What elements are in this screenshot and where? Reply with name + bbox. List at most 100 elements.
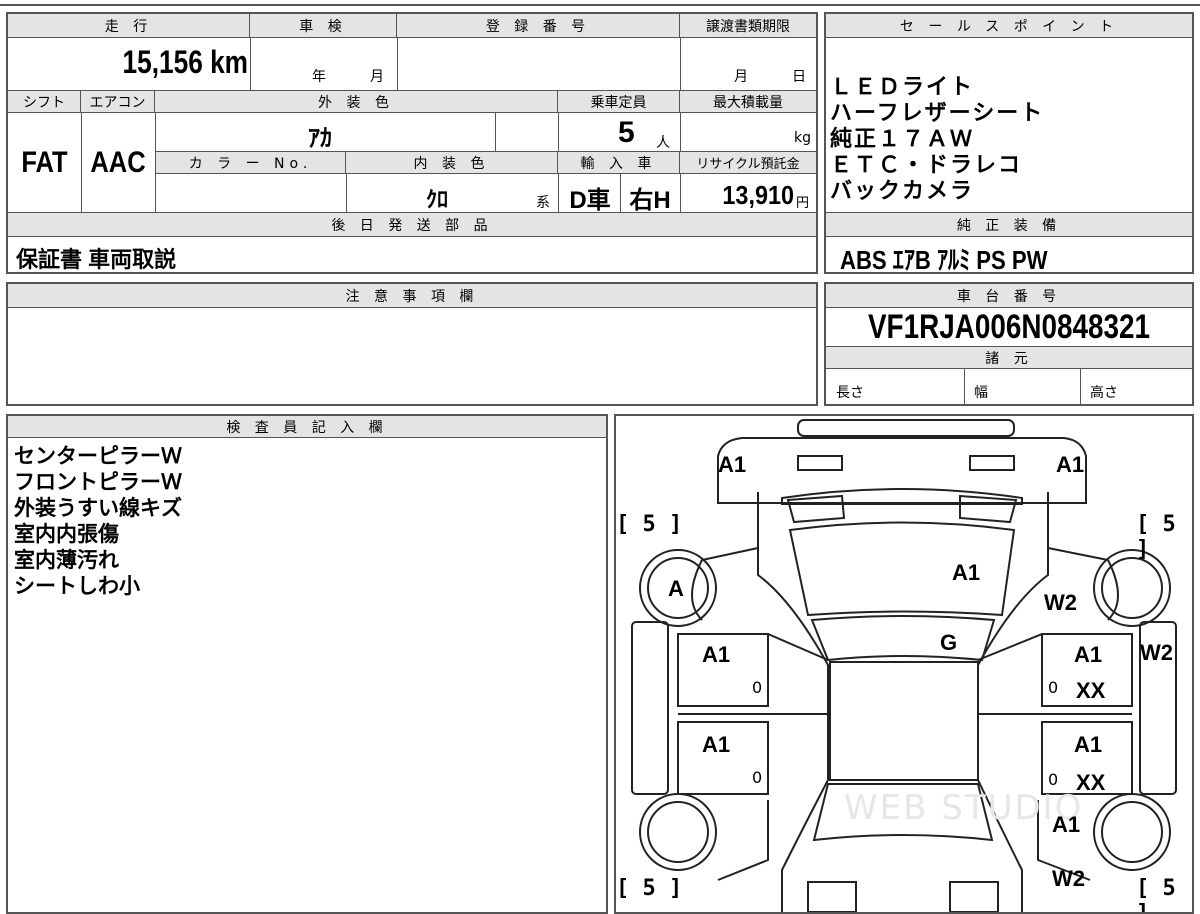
damage-right-rear-door: A1 — [1074, 732, 1103, 757]
damage-front-bumper-left: A1 — [718, 452, 747, 477]
mileage-value: 15,156 km — [100, 44, 248, 81]
wheel-rear-left-inner — [647, 801, 709, 863]
vehicle-info-table: 走 行 車 検 登 録 番 号 譲渡書類期限 15,156 km 年 月 月 日… — [6, 12, 818, 274]
exterior-color-header: 外 装 色 — [155, 91, 558, 113]
right-rear-door-number: 0 — [1048, 770, 1059, 789]
recycle-fee-unit: 円 — [796, 196, 810, 211]
notes-header: 注 意 事 項 欄 — [8, 284, 816, 308]
inspector-line: シートしわ小 — [14, 575, 140, 598]
aircon-header: エアコン — [81, 91, 155, 113]
inspection-year-label: 年 — [312, 69, 326, 85]
right-front-door-number: 0 — [1048, 678, 1059, 697]
damage-left-front-door: A1 — [702, 642, 731, 667]
tread-rear-right: [ 5 ] — [1136, 876, 1176, 914]
shift-header: シフト — [8, 91, 81, 113]
damage-windshield: G — [940, 630, 958, 655]
inspector-notes: センターピラーＷ フロントピラーＷ 外装うすい線キズ 室内内張傷 室内薄汚れ シ… — [14, 444, 182, 600]
body-outline — [757, 492, 1049, 912]
transfer-month-label: 月 — [734, 69, 748, 85]
inspector-line: 外装うすい線キズ — [14, 497, 182, 520]
damage-front-bumper-right: A1 — [1056, 452, 1085, 477]
inspector-line: フロントピラーＷ — [14, 471, 182, 494]
exterior-color-value: ｱｶ — [308, 125, 332, 152]
tread-rear-left: [ 5 ] — [616, 876, 683, 901]
sales-points-list: ＬＥＤライト ハーフレザーシート 純正１７ＡＷ ＥＴＣ・ドラレコ バックカメラ — [830, 74, 1044, 204]
left-sill — [631, 621, 669, 795]
tread-front-right: [ 5 ] — [1136, 512, 1176, 562]
interior-color-header: 内 装 色 — [346, 152, 558, 174]
registration-header: 登 録 番 号 — [397, 14, 680, 38]
inspector-line: 室内薄汚れ — [14, 549, 119, 572]
max-load-header: 最大積載量 — [680, 91, 816, 113]
windshield — [810, 615, 996, 662]
mileage-header: 走 行 — [8, 14, 250, 38]
interior-color-value: ｸﾛ — [426, 187, 449, 212]
recycle-fee-header: リサイクル預託金 — [680, 152, 816, 174]
left-grille-slot — [786, 494, 846, 524]
spec-width-label: 幅 — [974, 385, 988, 401]
mileage-number: 15,156 — [122, 44, 203, 80]
front-bumper-bar — [797, 419, 1015, 437]
wheel-rear-right-inner — [1101, 801, 1163, 863]
transfer-day-label: 日 — [792, 69, 806, 85]
wheel-rear-left — [639, 793, 717, 871]
transfer-deadline-header: 譲渡書類期限 — [680, 14, 816, 38]
sales-points-header: セ ー ル ス ポ イ ン ト — [826, 14, 1192, 38]
inspector-box: 検 査 員 記 入 欄 センターピラーＷ フロントピラーＷ 外装うすい線キズ 室… — [6, 414, 608, 914]
sales-point-item: バックカメラ — [830, 178, 975, 203]
sales-point-item: ハーフレザーシート — [830, 100, 1045, 125]
sales-point-item: 純正１７ＡＷ — [830, 126, 975, 151]
left-front-door-number: 0 — [752, 678, 763, 697]
sales-point-item: ＥＴＣ・ドラレコ — [830, 152, 1023, 177]
left-headlight — [797, 455, 843, 471]
inspection-header: 車 検 — [250, 14, 397, 38]
import-header: 輸 入 車 — [558, 152, 680, 174]
color-number-header: カ ラ ー No. — [156, 152, 346, 174]
damage-right-quarter: A1 — [1052, 812, 1081, 837]
right-rear-door-code: XX — [1076, 770, 1106, 795]
inspector-line: 室内内張傷 — [14, 523, 119, 546]
chassis-box: 車 台 番 号 VF1RJA006N0848321 諸 元 長さ 幅 高さ — [824, 282, 1194, 406]
tread-front-left: [ 5 ] — [616, 512, 683, 537]
interior-color-suffix: 系 — [536, 195, 550, 211]
damage-right-pillar: W2 — [1140, 640, 1173, 665]
steering-value: 右H — [629, 187, 671, 214]
watermark: WEB STUDIO — [844, 788, 1084, 828]
wheel-rear-right — [1093, 793, 1171, 871]
rear-bumper-left — [807, 881, 857, 912]
left-rear-door-number: 0 — [752, 768, 763, 787]
spec-height-label: 高さ — [1090, 385, 1118, 401]
equipment-header: 純 正 装 備 — [826, 213, 1192, 237]
damage-right-front-door: A1 — [1074, 642, 1103, 667]
chassis-header: 車 台 番 号 — [826, 284, 1192, 308]
roof — [829, 661, 979, 781]
capacity-unit: 人 — [656, 135, 670, 151]
recycle-fee-value: 13,910 — [722, 180, 794, 210]
capacity-header: 乗車定員 — [558, 91, 680, 113]
inspector-header: 検 査 員 記 入 欄 — [8, 416, 606, 438]
capacity-value: 5 — [618, 116, 635, 149]
rear-bumper-right — [949, 881, 999, 912]
aircon-value: AAC — [90, 146, 146, 179]
damage-right-fender: W2 — [1044, 590, 1077, 615]
notes-box: 注 意 事 項 欄 — [6, 282, 818, 406]
hood — [788, 521, 1016, 617]
max-load-unit: kg — [794, 130, 811, 146]
sales-points-box: セ ー ル ス ポ イ ン ト ＬＥＤライト ハーフレザーシート 純正１７ＡＷ … — [824, 12, 1194, 275]
chassis-number: VF1RJA006N0848321 — [867, 308, 1151, 346]
right-headlight — [969, 455, 1015, 471]
mileage-unit: km — [210, 44, 248, 80]
later-parts-header: 後 日 発 送 部 品 — [8, 213, 816, 237]
damage-diagram-box: WEB STUDIO [ 5 ] [ 5 ] [ 5 ] [ 5 ] A1 A1… — [614, 414, 1194, 914]
inspector-line: センターピラーＷ — [14, 445, 182, 468]
equipment-value: ABS ｴｱB ｱﾙﾐ PS PW — [840, 245, 1048, 275]
right-grille-slot — [959, 494, 1018, 524]
specs-header: 諸 元 — [826, 347, 1192, 369]
top-strip — [0, 0, 1200, 6]
right-front-door-code: XX — [1076, 678, 1106, 703]
shift-value: FAT — [21, 146, 68, 179]
damage-wheel-front-left: A — [668, 576, 684, 601]
spec-length-label: 長さ — [836, 385, 864, 401]
wheel-front-right-inner — [1101, 557, 1163, 619]
damage-left-rear-door: A1 — [702, 732, 731, 757]
